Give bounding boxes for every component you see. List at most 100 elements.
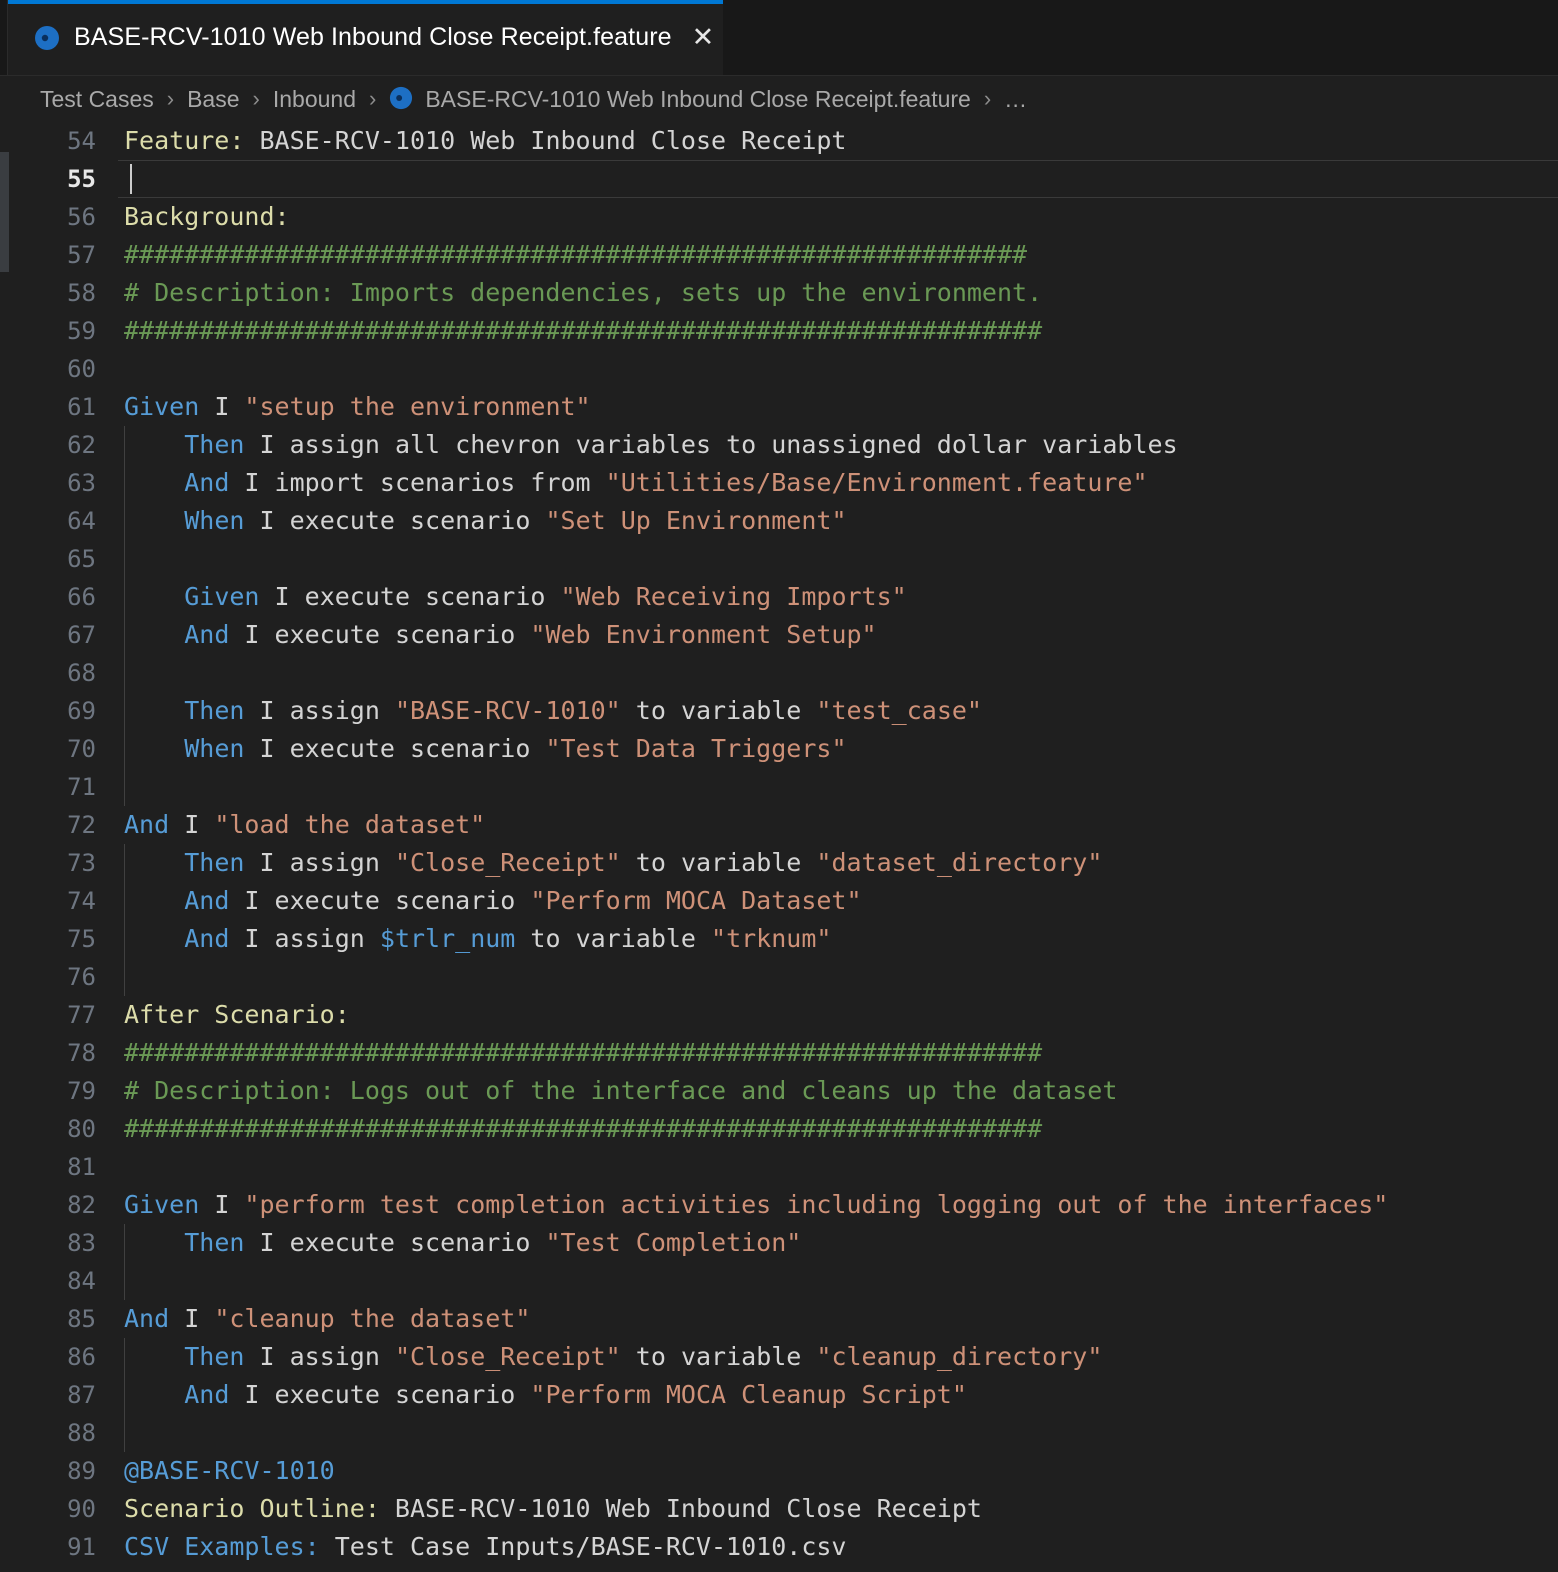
code-line[interactable]: 54Feature: BASE-RCV-1010 Web Inbound Clo… [0,122,1558,160]
code-line-content[interactable]: And I import scenarios from "Utilities/B… [118,464,1558,502]
code-line-content[interactable]: Then I assign all chevron variables to u… [118,426,1558,464]
code-line[interactable]: 70 When I execute scenario "Test Data Tr… [0,730,1558,768]
code-line[interactable]: 72And I "load the dataset" [0,806,1558,844]
code-line-content[interactable] [118,350,1558,388]
code-line-content[interactable] [118,1262,1558,1300]
code-line[interactable]: 87 And I execute scenario "Perform MOCA … [0,1376,1558,1414]
breadcrumb-item-inbound[interactable]: Inbound [273,86,356,113]
code-line[interactable]: 65 [0,540,1558,578]
code-line-content[interactable]: After Scenario: [118,996,1558,1034]
breadcrumb-item-overflow[interactable]: … [1004,86,1027,113]
code-line[interactable]: 76 [0,958,1558,996]
breadcrumb-item-file[interactable]: BASE-RCV-1010 Web Inbound Close Receipt.… [389,86,971,113]
breadcrumb-item-test-cases[interactable]: Test Cases [40,86,154,113]
code-line[interactable]: 67 And I execute scenario "Web Environme… [0,616,1558,654]
line-number: 55 [0,160,118,198]
code-line-content[interactable]: ########################################… [118,1110,1558,1148]
code-line-content[interactable] [118,160,1558,198]
code-line-content[interactable]: When I execute scenario "Test Data Trigg… [118,730,1558,768]
code-line-content[interactable]: Given I "setup the environment" [118,388,1558,426]
code-line[interactable]: 59######################################… [0,312,1558,350]
code-line-content[interactable]: # Description: Logs out of the interface… [118,1072,1558,1110]
code-line[interactable]: 88 [0,1414,1558,1452]
code-line[interactable]: 86 Then I assign "Close_Receipt" to vari… [0,1338,1558,1376]
indent-guide [124,426,125,464]
code-line-content[interactable] [118,958,1558,996]
line-number: 57 [0,236,118,274]
indent-guide [124,502,125,540]
code-token: I import scenarios from [229,468,605,497]
code-line[interactable]: 56Background: [0,198,1558,236]
code-line[interactable]: 82Given I "perform test completion activ… [0,1186,1558,1224]
code-line[interactable]: 57######################################… [0,236,1558,274]
line-number: 81 [0,1148,118,1186]
code-token: Then [184,1342,244,1371]
code-token: to variable [621,1342,817,1371]
line-number: 88 [0,1414,118,1452]
code-line-content[interactable]: And I execute scenario "Web Environment … [118,616,1558,654]
code-line[interactable]: 62 Then I assign all chevron variables t… [0,426,1558,464]
code-line[interactable]: 73 Then I assign "Close_Receipt" to vari… [0,844,1558,882]
code-token: Scenario Outline: [124,1494,380,1523]
code-line-content[interactable]: And I "cleanup the dataset" [118,1300,1558,1338]
code-line-content[interactable]: Then I assign "Close_Receipt" to variabl… [118,844,1558,882]
code-line[interactable]: 89@BASE-RCV-1010 [0,1452,1558,1490]
code-line[interactable]: 78######################################… [0,1034,1558,1072]
code-token: "Close_Receipt" [395,1342,621,1371]
code-line[interactable]: 60 [0,350,1558,388]
code-line-content[interactable]: Feature: BASE-RCV-1010 Web Inbound Close… [118,122,1558,160]
code-line-content[interactable]: CSV Examples: Test Case Inputs/BASE-RCV-… [118,1528,1558,1566]
code-line-content[interactable]: Background: [118,198,1558,236]
code-line[interactable]: 66 Given I execute scenario "Web Receivi… [0,578,1558,616]
code-line-content[interactable]: Then I execute scenario "Test Completion… [118,1224,1558,1262]
code-line[interactable]: 91CSV Examples: Test Case Inputs/BASE-RC… [0,1528,1558,1566]
code-line-content[interactable]: Given I execute scenario "Web Receiving … [118,578,1558,616]
code-line[interactable]: 58# Description: Imports dependencies, s… [0,274,1558,312]
code-line[interactable]: 77After Scenario: [0,996,1558,1034]
code-line-content[interactable] [118,1148,1558,1186]
code-line[interactable]: 84 [0,1262,1558,1300]
code-line-content[interactable]: ########################################… [118,1034,1558,1072]
line-number: 63 [0,464,118,502]
code-line-content[interactable]: And I "load the dataset" [118,806,1558,844]
code-line[interactable]: 71 [0,768,1558,806]
code-line-content[interactable]: And I execute scenario "Perform MOCA Cle… [118,1376,1558,1414]
code-line[interactable]: 64 When I execute scenario "Set Up Envir… [0,502,1558,540]
code-line[interactable]: 75 And I assign $trlr_num to variable "t… [0,920,1558,958]
code-line-content[interactable] [118,654,1558,692]
code-token: "load the dataset" [214,810,485,839]
code-line-content[interactable]: # Description: Imports dependencies, set… [118,274,1558,312]
code-line-content[interactable]: @BASE-RCV-1010 [118,1452,1558,1490]
code-line[interactable]: 81 [0,1148,1558,1186]
indent-guide [124,844,125,882]
code-editor[interactable]: 54Feature: BASE-RCV-1010 Web Inbound Clo… [0,122,1558,1572]
code-line[interactable]: 68 [0,654,1558,692]
code-line-content[interactable]: Given I "perform test completion activit… [118,1186,1558,1224]
code-line-content[interactable]: Then I assign "Close_Receipt" to variabl… [118,1338,1558,1376]
editor-tab-active[interactable]: BASE-RCV-1010 Web Inbound Close Receipt.… [8,0,723,75]
code-line-content[interactable]: ########################################… [118,312,1558,350]
code-line[interactable]: 69 Then I assign "BASE-RCV-1010" to vari… [0,692,1558,730]
code-line-content[interactable] [118,768,1558,806]
code-line-content[interactable] [118,540,1558,578]
code-line[interactable]: 80######################################… [0,1110,1558,1148]
code-line[interactable]: 61Given I "setup the environment" [0,388,1558,426]
breadcrumb-item-base[interactable]: Base [187,86,239,113]
code-line-content[interactable]: And I execute scenario "Perform MOCA Dat… [118,882,1558,920]
code-line[interactable]: 79# Description: Logs out of the interfa… [0,1072,1558,1110]
code-line-content[interactable]: ########################################… [118,236,1558,274]
code-line-content[interactable]: When I execute scenario "Set Up Environm… [118,502,1558,540]
code-line[interactable]: 85And I "cleanup the dataset" [0,1300,1558,1338]
code-token: And [184,1380,229,1409]
code-line-content[interactable] [118,1414,1558,1452]
code-line-content[interactable]: Scenario Outline: BASE-RCV-1010 Web Inbo… [118,1490,1558,1528]
code-line[interactable]: 83 Then I execute scenario "Test Complet… [0,1224,1558,1262]
close-icon[interactable]: ✕ [692,24,715,51]
code-line[interactable]: 90Scenario Outline: BASE-RCV-1010 Web In… [0,1490,1558,1528]
code-line-content[interactable]: Then I assign "BASE-RCV-1010" to variabl… [118,692,1558,730]
code-line[interactable]: 55 [0,160,1558,198]
code-token [124,620,184,649]
code-line[interactable]: 63 And I import scenarios from "Utilitie… [0,464,1558,502]
code-line-content[interactable]: And I assign $trlr_num to variable "trkn… [118,920,1558,958]
code-line[interactable]: 74 And I execute scenario "Perform MOCA … [0,882,1558,920]
